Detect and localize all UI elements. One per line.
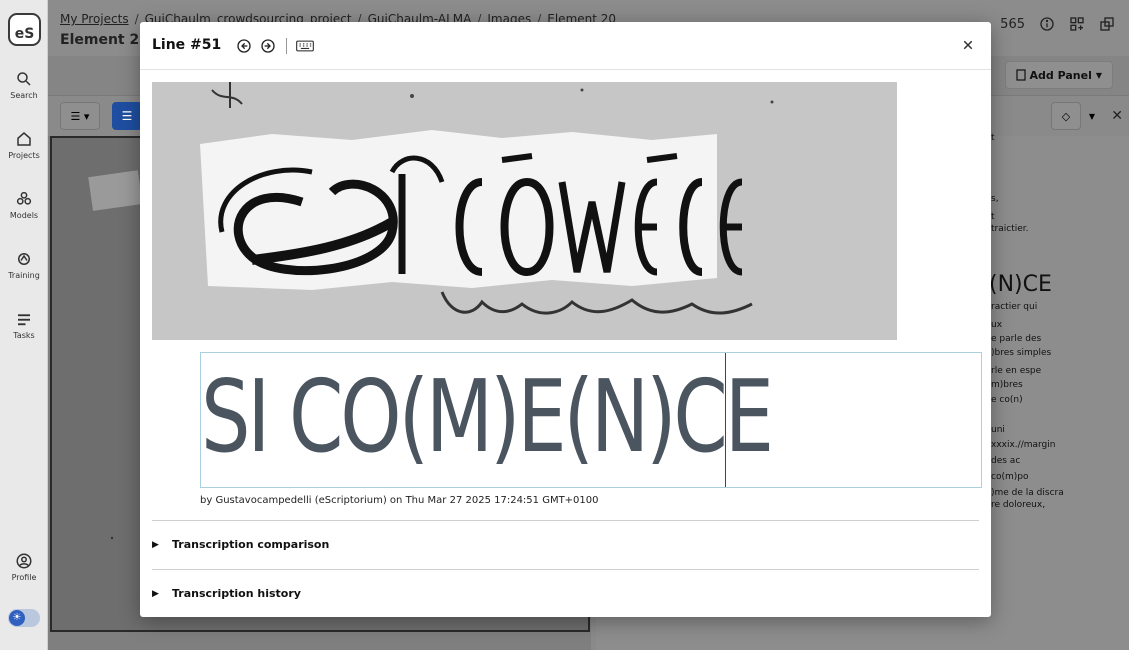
transcription-text: SI CO(M)E(N)CE [201,358,774,475]
keyboard-icon[interactable] [296,38,314,54]
line-modal: Line #51 SI CO(M)E(N)CE by Gustavocamped… [140,22,991,617]
modal-title: Line #51 [152,37,222,53]
add-panel-label: Add Panel [1029,68,1092,82]
right-text-line: rle en espe [991,366,1042,376]
check-menu-button[interactable]: ▼ [1083,102,1101,130]
sidebar-item-projects[interactable]: Projects [0,130,48,160]
triangle-right-icon: ▶ [152,539,159,550]
sidebar-item-label: Tasks [13,331,35,340]
sidebar-item-label: Profile [11,573,37,582]
home-icon [17,132,31,146]
right-text-line: t [991,133,995,143]
right-text-line: ractier qui [991,302,1038,312]
header-divider [286,38,287,54]
align-left-icon: ☰ ▾ [70,109,90,123]
section-label: Transcription history [172,587,301,600]
modal-header: Line #51 [140,22,991,70]
info-icon[interactable] [1039,16,1055,32]
sidebar-item-label: Projects [8,151,40,160]
line-image [152,82,897,340]
sidebar-item-tasks[interactable]: Tasks [0,310,48,340]
text-mode-button[interactable]: ☰ [112,102,142,130]
right-text-line: uni [991,425,1005,435]
breadcrumb-my-projects[interactable]: My Projects [60,12,129,26]
right-text-line: m)bres [991,380,1023,390]
theme-toggle[interactable]: ☀ [8,609,40,627]
app-logo[interactable]: eS [8,13,41,46]
transcription-history-toggle[interactable]: ▶ Transcription history [152,587,301,600]
triangle-right-icon: ▶ [152,588,159,599]
sidebar-item-label: Models [9,211,39,220]
right-text-line: s, [991,194,999,204]
author-line: by Gustavocampedelli (eScriptorium) on T… [200,495,599,506]
right-heading: (N)CE [989,272,1052,297]
previous-line-icon[interactable] [236,38,252,54]
add-widget-icon[interactable] [1069,16,1085,32]
right-text-line: xxxix.//margin [991,440,1056,450]
profile-icon [16,553,32,569]
text-caret [725,353,726,487]
section-divider [152,569,979,570]
sidebar-item-label: Search [10,91,38,100]
training-icon [18,253,30,265]
sun-icon: ☀ [9,610,25,626]
right-text-line: co(m)po [991,472,1029,482]
right-text-line: e co(n) [991,395,1023,405]
shapes-icon[interactable] [1099,16,1115,32]
chevron-down-icon: ▼ [1095,70,1102,80]
shield-check-icon: ◇ [1061,109,1071,123]
transcription-input[interactable]: SI CO(M)E(N)CE [200,352,982,488]
document-icon [1015,69,1026,81]
search-icon [17,72,31,86]
right-text-line: t [991,212,995,222]
sidebar: eS Search Projects Models Training Tasks… [0,0,48,650]
close-panel-icon[interactable]: ✕ [1111,108,1123,124]
right-text-line: ux [991,320,1003,330]
align-menu-button[interactable]: ☰ ▾ [60,102,100,130]
sidebar-item-profile[interactable]: Profile [0,552,48,582]
tasks-icon [18,314,30,326]
right-text-line: e parle des [991,334,1042,344]
lines-icon: ☰ [121,109,133,123]
top-right-controls: 565 [1000,16,1115,32]
transcription-comparison-toggle[interactable]: ▶ Transcription comparison [152,538,329,551]
chevron-down-icon: ▼ [1088,111,1096,121]
right-text-line: )bres simples [991,348,1052,358]
close-icon[interactable] [959,36,977,54]
element-count: 565 [1000,16,1025,32]
section-label: Transcription comparison [172,538,330,551]
sidebar-item-label: Training [8,271,40,280]
right-text-line: re doloreux, [991,500,1046,510]
right-text-line: traictier. [991,224,1029,234]
models-icon [16,191,32,205]
check-button[interactable]: ◇ [1051,102,1081,130]
sidebar-item-training[interactable]: Training [0,250,48,280]
right-text-line: des ac [991,456,1021,466]
sidebar-item-search[interactable]: Search [0,70,48,100]
sidebar-item-models[interactable]: Models [0,190,48,220]
right-text-line: )me de la discra [991,488,1064,498]
next-line-icon[interactable] [260,38,276,54]
add-panel-button[interactable]: Add Panel ▼ [1004,61,1113,89]
section-divider [152,520,979,521]
